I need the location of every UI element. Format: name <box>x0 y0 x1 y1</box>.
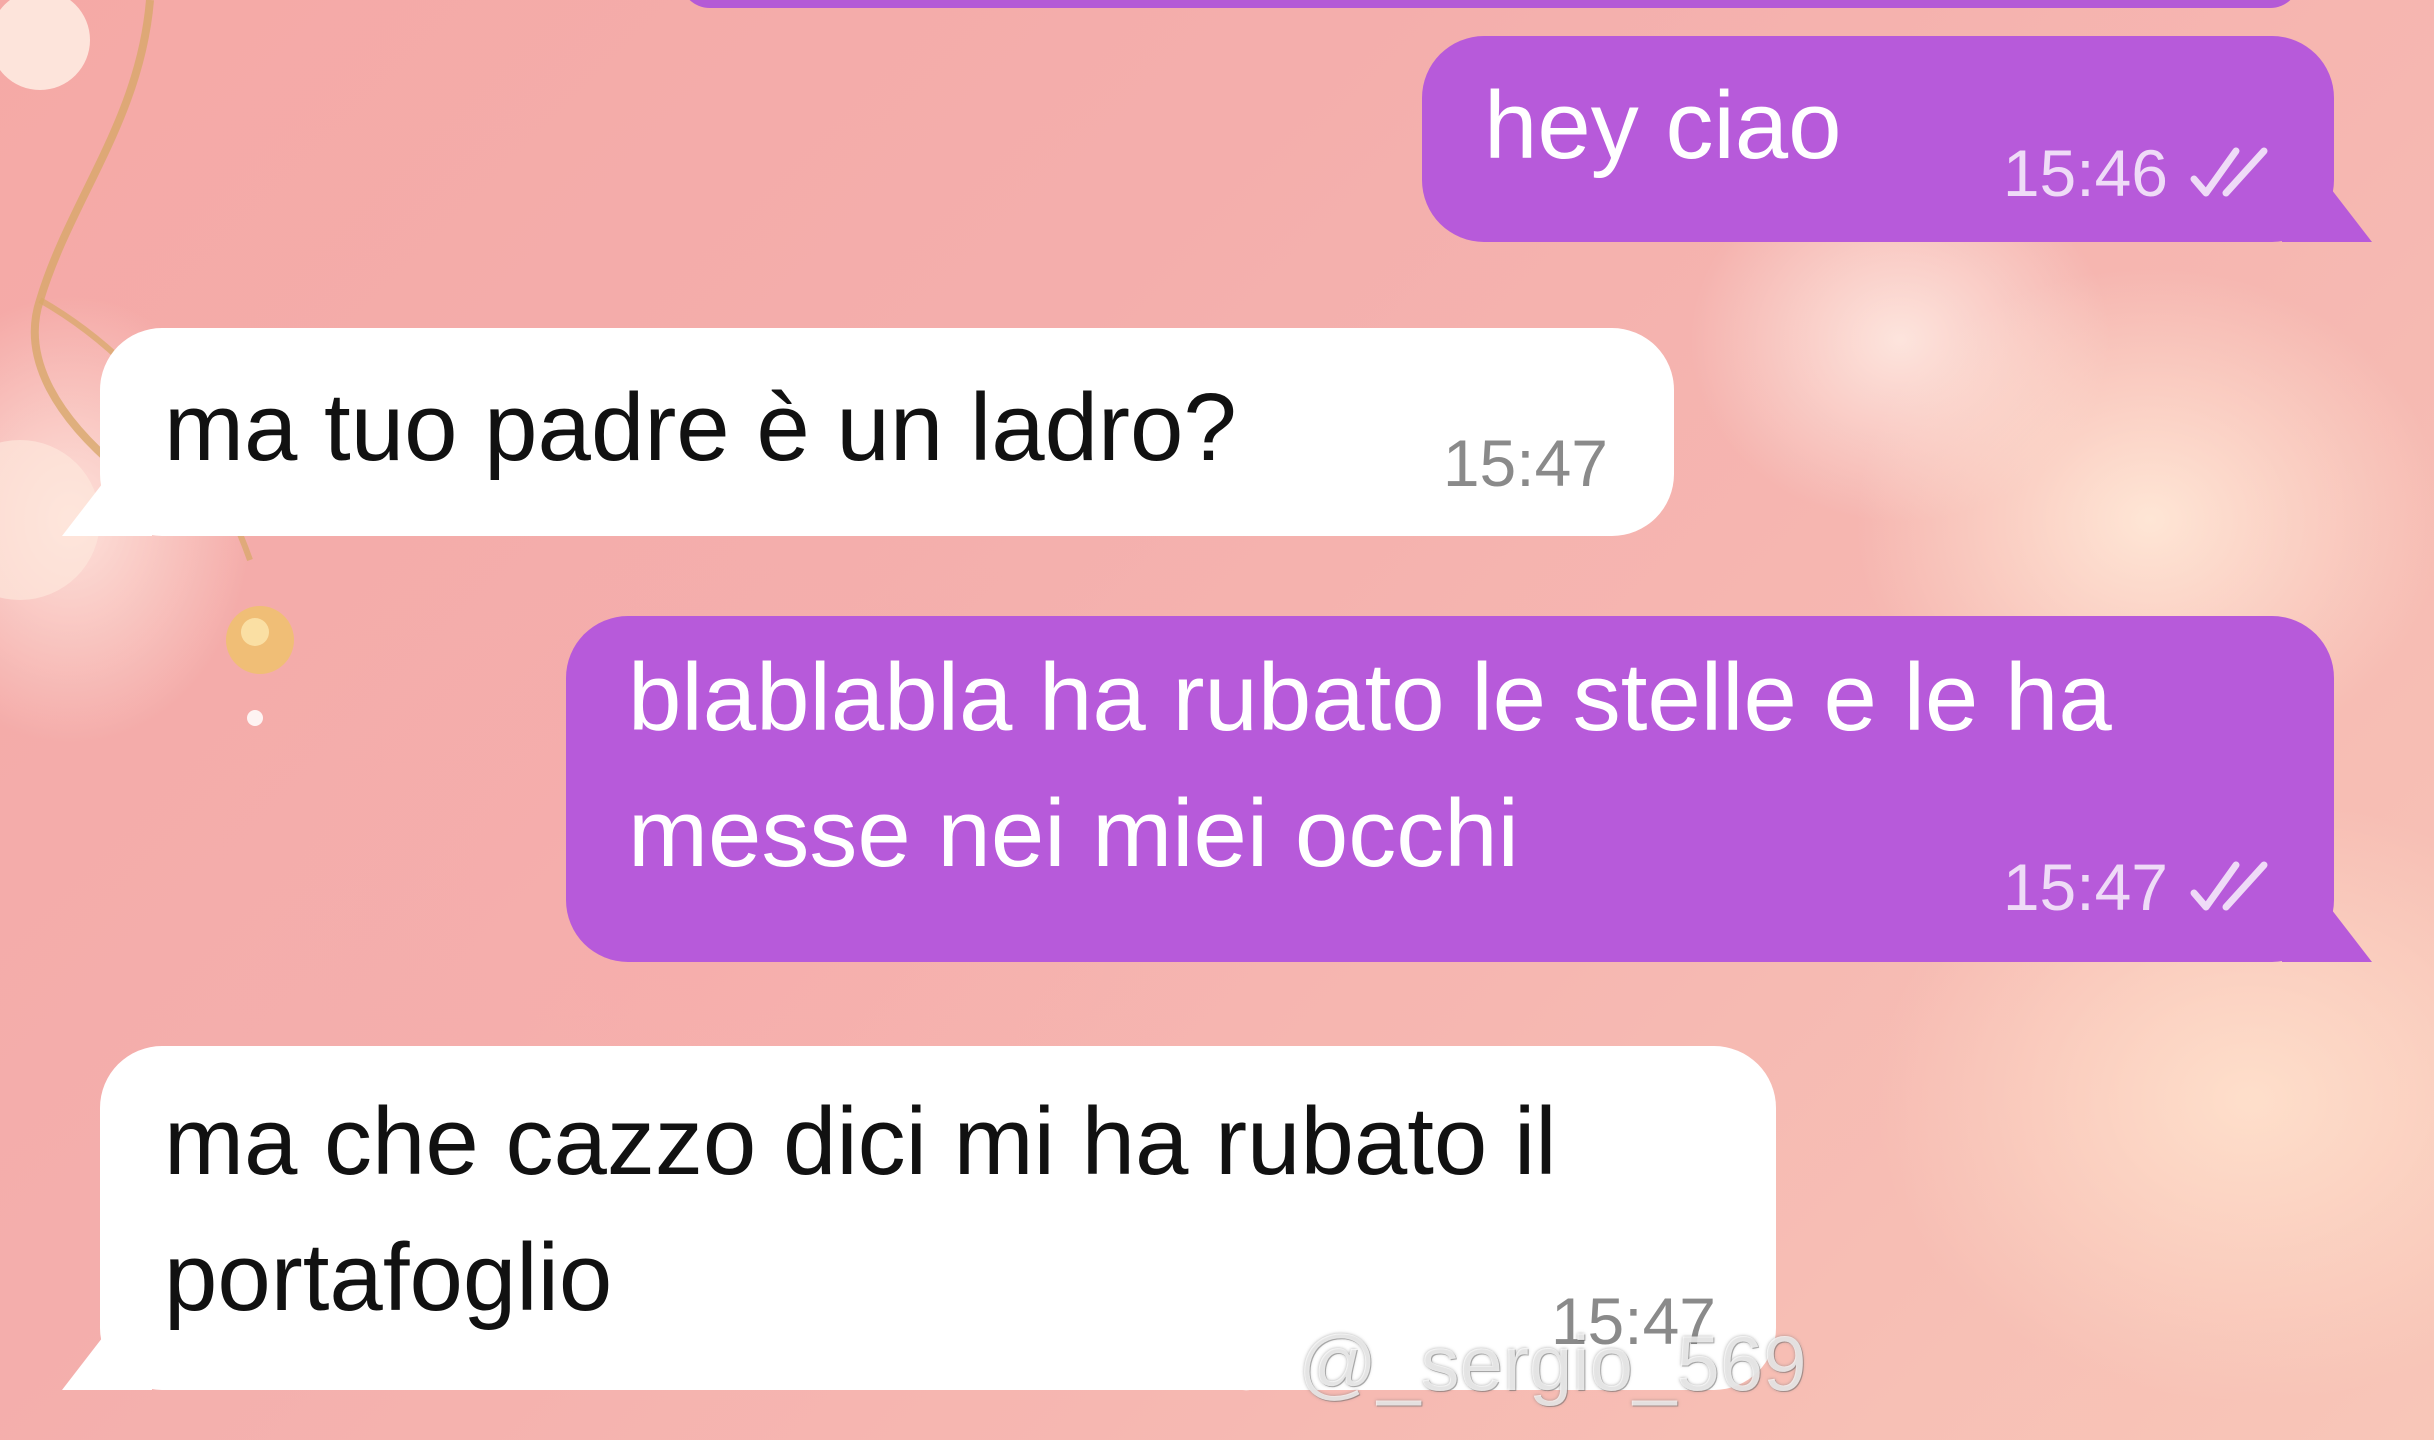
double-check-icon <box>2190 861 2268 911</box>
message-bubble-outgoing[interactable]: blablabla ha rubato le stelle e le ha me… <box>566 616 2334 962</box>
message-text: hey ciao <box>1484 72 1842 179</box>
double-check-icon <box>2190 147 2268 197</box>
message-time: 15:47 <box>1442 426 1608 500</box>
message-meta: 15:47 <box>2003 852 2276 922</box>
message-bubble-outgoing[interactable]: hey ciao 15:46 <box>1422 36 2334 242</box>
tiktok-watermark: @_sergio_569 <box>1220 1318 1807 1409</box>
message-time: 15:47 <box>2002 850 2168 924</box>
message-bubble-incoming[interactable]: ma tuo padre è un ladro? 15:47 <box>100 328 1674 536</box>
previous-message-bubble[interactable] <box>680 0 2300 8</box>
watermark-handle: @_sergio_569 <box>1298 1319 1807 1407</box>
tiktok-icon <box>1230 1333 1282 1390</box>
message-text: blablabla ha rubato le stelle e le ha me… <box>628 644 2112 887</box>
message-time: 15:46 <box>2002 136 2168 210</box>
message-meta: 15:47 <box>1443 428 1608 498</box>
message-text: ma tuo padre è un ladro? <box>164 374 1237 481</box>
message-text: ma che cazzo dici mi ha rubato il portaf… <box>164 1088 1557 1331</box>
chat-area[interactable]: hey ciao 15:46 ma tuo padre è un ladro? … <box>0 0 2434 1440</box>
message-meta: 15:46 <box>2003 138 2276 208</box>
